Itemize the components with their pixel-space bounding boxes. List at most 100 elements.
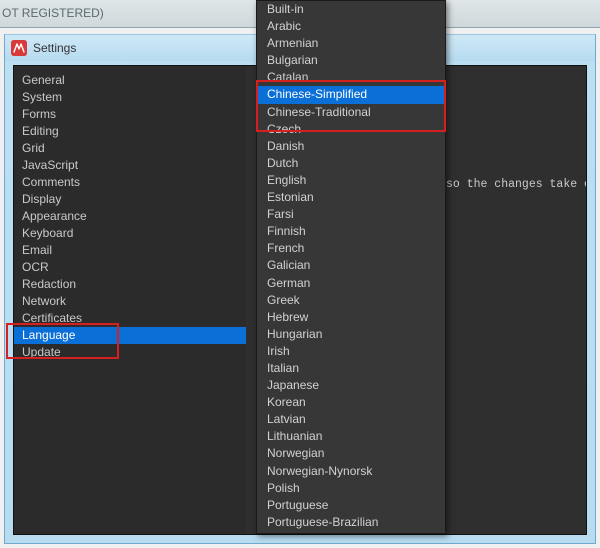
language-option-irish[interactable]: Irish bbox=[257, 343, 445, 360]
language-option-label: Polish bbox=[267, 481, 300, 495]
sidebar-item-label: Display bbox=[22, 192, 61, 206]
language-option-portuguese[interactable]: Portuguese bbox=[257, 497, 445, 514]
language-option-built-in[interactable]: Built-in bbox=[257, 1, 445, 18]
sidebar-item-keyboard[interactable]: Keyboard bbox=[14, 225, 246, 242]
language-option-label: Latvian bbox=[267, 412, 306, 426]
language-dropdown[interactable]: Built-in Arabic Armenian Bulgarian Catalan Ch… bbox=[256, 0, 446, 534]
sidebar-item-label: Editing bbox=[22, 124, 59, 138]
sidebar-item-label: System bbox=[22, 90, 62, 104]
language-option-norwegian[interactable]: Norwegian bbox=[257, 445, 445, 462]
language-option-danish[interactable]: Danish bbox=[257, 138, 445, 155]
language-option-label: Catalan bbox=[267, 70, 308, 84]
sidebar-item-forms[interactable]: Forms bbox=[14, 106, 246, 123]
sidebar-item-label: General bbox=[22, 73, 65, 87]
sidebar-item-label: Update bbox=[22, 345, 61, 359]
language-option-label: Portuguese-Brazilian bbox=[267, 515, 378, 529]
language-option-label: Chinese-Traditional bbox=[267, 105, 371, 119]
language-option-label: Built-in bbox=[267, 2, 304, 16]
language-option-label: Armenian bbox=[267, 36, 318, 50]
language-option-label: Irish bbox=[267, 344, 290, 358]
language-option-label: Farsi bbox=[267, 207, 294, 221]
language-option-label: Norwegian-Nynorsk bbox=[267, 464, 372, 478]
parent-title-text: OT REGISTERED) bbox=[2, 6, 104, 20]
language-option-label: Norwegian bbox=[267, 446, 324, 460]
language-option-label: Dutch bbox=[267, 156, 298, 170]
sidebar-item-network[interactable]: Network bbox=[14, 293, 246, 310]
language-option-korean[interactable]: Korean bbox=[257, 394, 445, 411]
sidebar-item-label: Email bbox=[22, 243, 52, 257]
sidebar-item-language[interactable]: Language bbox=[14, 327, 246, 344]
language-option-label: French bbox=[267, 241, 304, 255]
sidebar-item-label: OCR bbox=[22, 260, 49, 274]
language-option-japanese[interactable]: Japanese bbox=[257, 377, 445, 394]
language-option-hungarian[interactable]: Hungarian bbox=[257, 326, 445, 343]
language-option-arabic[interactable]: Arabic bbox=[257, 18, 445, 35]
language-option-label: Portuguese bbox=[267, 498, 328, 512]
language-option-czech[interactable]: Czech bbox=[257, 121, 445, 138]
language-option-finnish[interactable]: Finnish bbox=[257, 223, 445, 240]
language-option-greek[interactable]: Greek bbox=[257, 292, 445, 309]
language-option-german[interactable]: German bbox=[257, 275, 445, 292]
language-option-italian[interactable]: Italian bbox=[257, 360, 445, 377]
sidebar-item-comments[interactable]: Comments bbox=[14, 174, 246, 191]
app-icon bbox=[11, 40, 27, 56]
language-option-label: Galician bbox=[267, 258, 310, 272]
sidebar-item-javascript[interactable]: JavaScript bbox=[14, 157, 246, 174]
language-option-label: Hungarian bbox=[267, 327, 322, 341]
language-option-label: Hebrew bbox=[267, 310, 308, 324]
language-option-english[interactable]: English bbox=[257, 172, 445, 189]
language-option-label: Czech bbox=[267, 122, 301, 136]
language-option-label: Chinese-Simplified bbox=[267, 87, 367, 101]
language-option-catalan[interactable]: Catalan bbox=[257, 69, 445, 86]
language-option-label: Italian bbox=[267, 361, 299, 375]
settings-title: Settings bbox=[33, 41, 76, 55]
sidebar-item-label: Appearance bbox=[22, 209, 87, 223]
sidebar-item-label: Certificates bbox=[22, 311, 82, 325]
sidebar-item-appearance[interactable]: Appearance bbox=[14, 208, 246, 225]
language-option-chinese-simplified[interactable]: Chinese-Simplified bbox=[257, 86, 445, 103]
language-option-label: Finnish bbox=[267, 224, 306, 238]
sidebar-item-editing[interactable]: Editing bbox=[14, 123, 246, 140]
sidebar-item-general[interactable]: General bbox=[14, 72, 246, 89]
sidebar-item-label: JavaScript bbox=[22, 158, 78, 172]
language-option-farsi[interactable]: Farsi bbox=[257, 206, 445, 223]
sidebar-item-update[interactable]: Update bbox=[14, 344, 246, 361]
language-option-label: Arabic bbox=[267, 19, 301, 33]
language-option-label: English bbox=[267, 173, 306, 187]
language-option-armenian[interactable]: Armenian bbox=[257, 35, 445, 52]
language-option-chinese-traditional[interactable]: Chinese-Traditional bbox=[257, 104, 445, 121]
language-option-latvian[interactable]: Latvian bbox=[257, 411, 445, 428]
language-option-label: Japanese bbox=[267, 378, 319, 392]
language-option-label: Bulgarian bbox=[267, 53, 318, 67]
language-option-galician[interactable]: Galician bbox=[257, 257, 445, 274]
sidebar-item-label: Comments bbox=[22, 175, 80, 189]
sidebar-item-label: Network bbox=[22, 294, 66, 308]
sidebar-item-system[interactable]: System bbox=[14, 89, 246, 106]
sidebar-item-label: Redaction bbox=[22, 277, 76, 291]
language-option-polish[interactable]: Polish bbox=[257, 480, 445, 497]
language-option-label: Lithuanian bbox=[267, 429, 322, 443]
sidebar-item-ocr[interactable]: OCR bbox=[14, 259, 246, 276]
language-option-portuguese-brazilian[interactable]: Portuguese-Brazilian bbox=[257, 514, 445, 531]
language-option-label: Danish bbox=[267, 139, 304, 153]
sidebar-item-email[interactable]: Email bbox=[14, 242, 246, 259]
sidebar-item-label: Language bbox=[22, 328, 75, 342]
sidebar-item-redaction[interactable]: Redaction bbox=[14, 276, 246, 293]
language-option-norwegian-nynorsk[interactable]: Norwegian-Nynorsk bbox=[257, 463, 445, 480]
language-option-label: Korean bbox=[267, 395, 306, 409]
language-option-french[interactable]: French bbox=[257, 240, 445, 257]
language-option-hebrew[interactable]: Hebrew bbox=[257, 309, 445, 326]
language-option-bulgarian[interactable]: Bulgarian bbox=[257, 52, 445, 69]
settings-sidebar[interactable]: General System FormsEditing Grid JavaScript C… bbox=[14, 66, 246, 534]
sidebar-item-certificates[interactable]: Certificates bbox=[14, 310, 246, 327]
sidebar-item-label: Keyboard bbox=[22, 226, 73, 240]
language-option-dutch[interactable]: Dutch bbox=[257, 155, 445, 172]
language-option-estonian[interactable]: Estonian bbox=[257, 189, 445, 206]
language-option-lithuanian[interactable]: Lithuanian bbox=[257, 428, 445, 445]
language-option-label: Greek bbox=[267, 293, 300, 307]
sidebar-item-grid[interactable]: Grid bbox=[14, 140, 246, 157]
sidebar-item-display[interactable]: Display bbox=[14, 191, 246, 208]
sidebar-item-label: Grid bbox=[22, 141, 45, 155]
restart-hint: so the changes take effect. bbox=[446, 178, 586, 191]
language-option-label: Estonian bbox=[267, 190, 314, 204]
